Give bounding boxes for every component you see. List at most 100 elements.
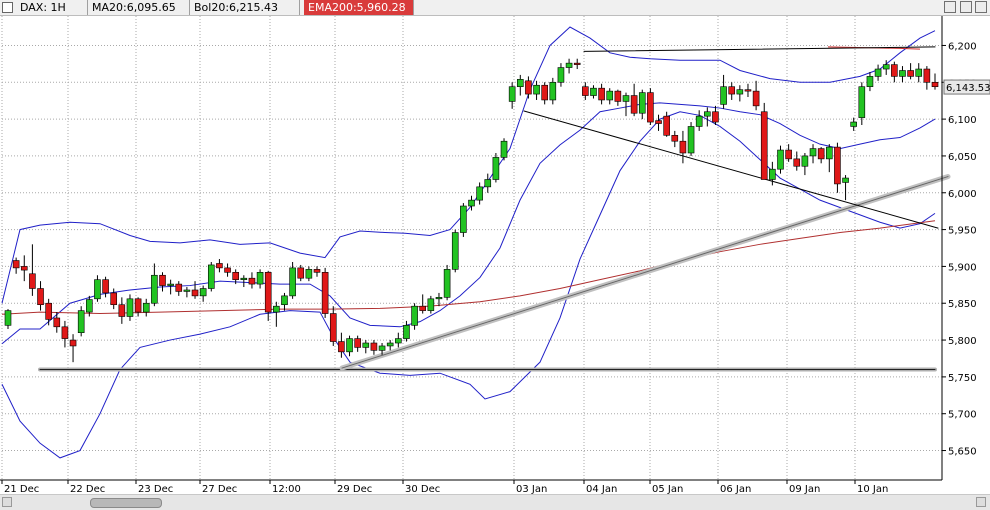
candle-down xyxy=(419,305,427,311)
candle-up xyxy=(769,168,776,180)
candle-up xyxy=(866,76,874,88)
price-chart[interactable]: 6,2006,1506,1006,0506,0005,9505,9005,850… xyxy=(0,0,990,494)
ema-label: EMA200:5,960.28 xyxy=(304,0,414,15)
candle-down xyxy=(61,326,69,339)
candle-down xyxy=(370,342,378,351)
y-tick-label: 5,900 xyxy=(948,262,977,273)
candle-up xyxy=(207,264,215,289)
y-tick-label: 6,100 xyxy=(948,115,977,126)
candle-up xyxy=(687,126,695,154)
candle-down xyxy=(118,304,126,317)
candle-down xyxy=(69,339,77,347)
y-tick-label: 6,000 xyxy=(948,189,977,200)
candle-down xyxy=(37,288,44,306)
candle-up xyxy=(500,140,508,158)
candle-up xyxy=(460,205,467,233)
candle-up xyxy=(403,325,410,339)
candle-up xyxy=(86,299,93,313)
x-tick-label: 05 Jan xyxy=(652,484,683,494)
candle-down xyxy=(224,267,231,273)
candle-up xyxy=(386,342,394,347)
candle-up xyxy=(167,283,174,286)
candle-down xyxy=(264,272,272,313)
scroll-thumb[interactable] xyxy=(90,498,162,508)
candle-down xyxy=(817,148,825,160)
candle-down xyxy=(785,149,792,160)
x-tick-label: 06 Jan xyxy=(720,484,751,494)
candle-down xyxy=(679,140,687,154)
x-tick-label: 04 Jan xyxy=(586,484,617,494)
candle-up xyxy=(435,297,443,300)
candle-down xyxy=(329,313,337,342)
candle-up xyxy=(77,310,85,333)
candle-up xyxy=(809,148,817,157)
candle-down xyxy=(630,95,638,114)
candle-up xyxy=(850,121,857,127)
x-tick-label: 03 Jan xyxy=(516,484,547,494)
candle-down xyxy=(573,62,581,65)
candle-down xyxy=(216,263,223,269)
candle-up xyxy=(4,310,12,326)
y-tick-label: 6,050 xyxy=(948,152,977,163)
maximize-button[interactable] xyxy=(960,1,972,13)
horizontal-scrollbar[interactable] xyxy=(0,494,990,510)
candle-up xyxy=(549,81,557,101)
candle-up xyxy=(476,186,483,201)
candle-up xyxy=(199,288,207,297)
candle-up xyxy=(94,279,101,300)
candle-up xyxy=(736,89,744,95)
candle-up xyxy=(256,272,264,285)
x-tick-label: 09 Jan xyxy=(789,484,820,494)
candle-down xyxy=(102,279,109,294)
bollinger-label: Bol20:6,215.43 xyxy=(190,0,300,15)
x-tick-label: 22 Dec xyxy=(70,484,105,494)
candle-up xyxy=(720,86,727,105)
x-tick-label: 23 Dec xyxy=(138,484,173,494)
restore-button[interactable] xyxy=(944,1,956,13)
candle-down xyxy=(338,341,345,353)
y-tick-label: 5,850 xyxy=(948,299,977,310)
candle-down xyxy=(647,92,654,123)
candle-down xyxy=(134,298,142,313)
candle-up xyxy=(533,84,540,95)
candle-up xyxy=(378,345,386,351)
candle-up xyxy=(443,269,451,298)
x-tick-label: 10 Jan xyxy=(857,484,888,494)
candle-down xyxy=(297,267,305,279)
candle-up xyxy=(622,95,630,102)
candle-up xyxy=(151,274,158,304)
scroll-left-icon[interactable] xyxy=(2,497,12,507)
candle-down xyxy=(598,87,605,101)
candle-down xyxy=(891,64,898,77)
candle-up xyxy=(508,86,516,102)
candle-up xyxy=(126,298,134,317)
corner-box-icon[interactable] xyxy=(2,2,13,13)
candle-down xyxy=(159,274,166,286)
candle-up xyxy=(606,90,614,101)
candle-down xyxy=(614,90,622,102)
candle-down xyxy=(834,146,841,185)
x-tick-label: 12:00 xyxy=(272,484,301,494)
close-button[interactable] xyxy=(975,1,987,13)
candle-down xyxy=(313,269,321,273)
candle-up xyxy=(565,62,573,68)
candle-down xyxy=(110,292,118,306)
scroll-right-icon[interactable] xyxy=(976,497,986,507)
candle-up xyxy=(882,64,890,70)
candle-up xyxy=(289,267,296,297)
candle-down xyxy=(655,120,662,124)
candle-up xyxy=(777,149,784,170)
candle-down xyxy=(20,266,28,271)
x-tick-label: 21 Dec xyxy=(4,484,39,494)
candle-down xyxy=(671,135,679,142)
candle-down xyxy=(793,158,801,167)
candle-down xyxy=(907,70,914,77)
last-price-label: 6,143.53 xyxy=(946,83,990,94)
candle-down xyxy=(248,277,256,285)
candle-up xyxy=(801,155,809,167)
x-tick-label: 29 Dec xyxy=(337,484,372,494)
candle-down xyxy=(728,86,736,95)
y-tick-label: 6,200 xyxy=(948,41,977,52)
symbol-label: DAX: 1H xyxy=(16,0,88,15)
candle-up xyxy=(590,87,597,96)
